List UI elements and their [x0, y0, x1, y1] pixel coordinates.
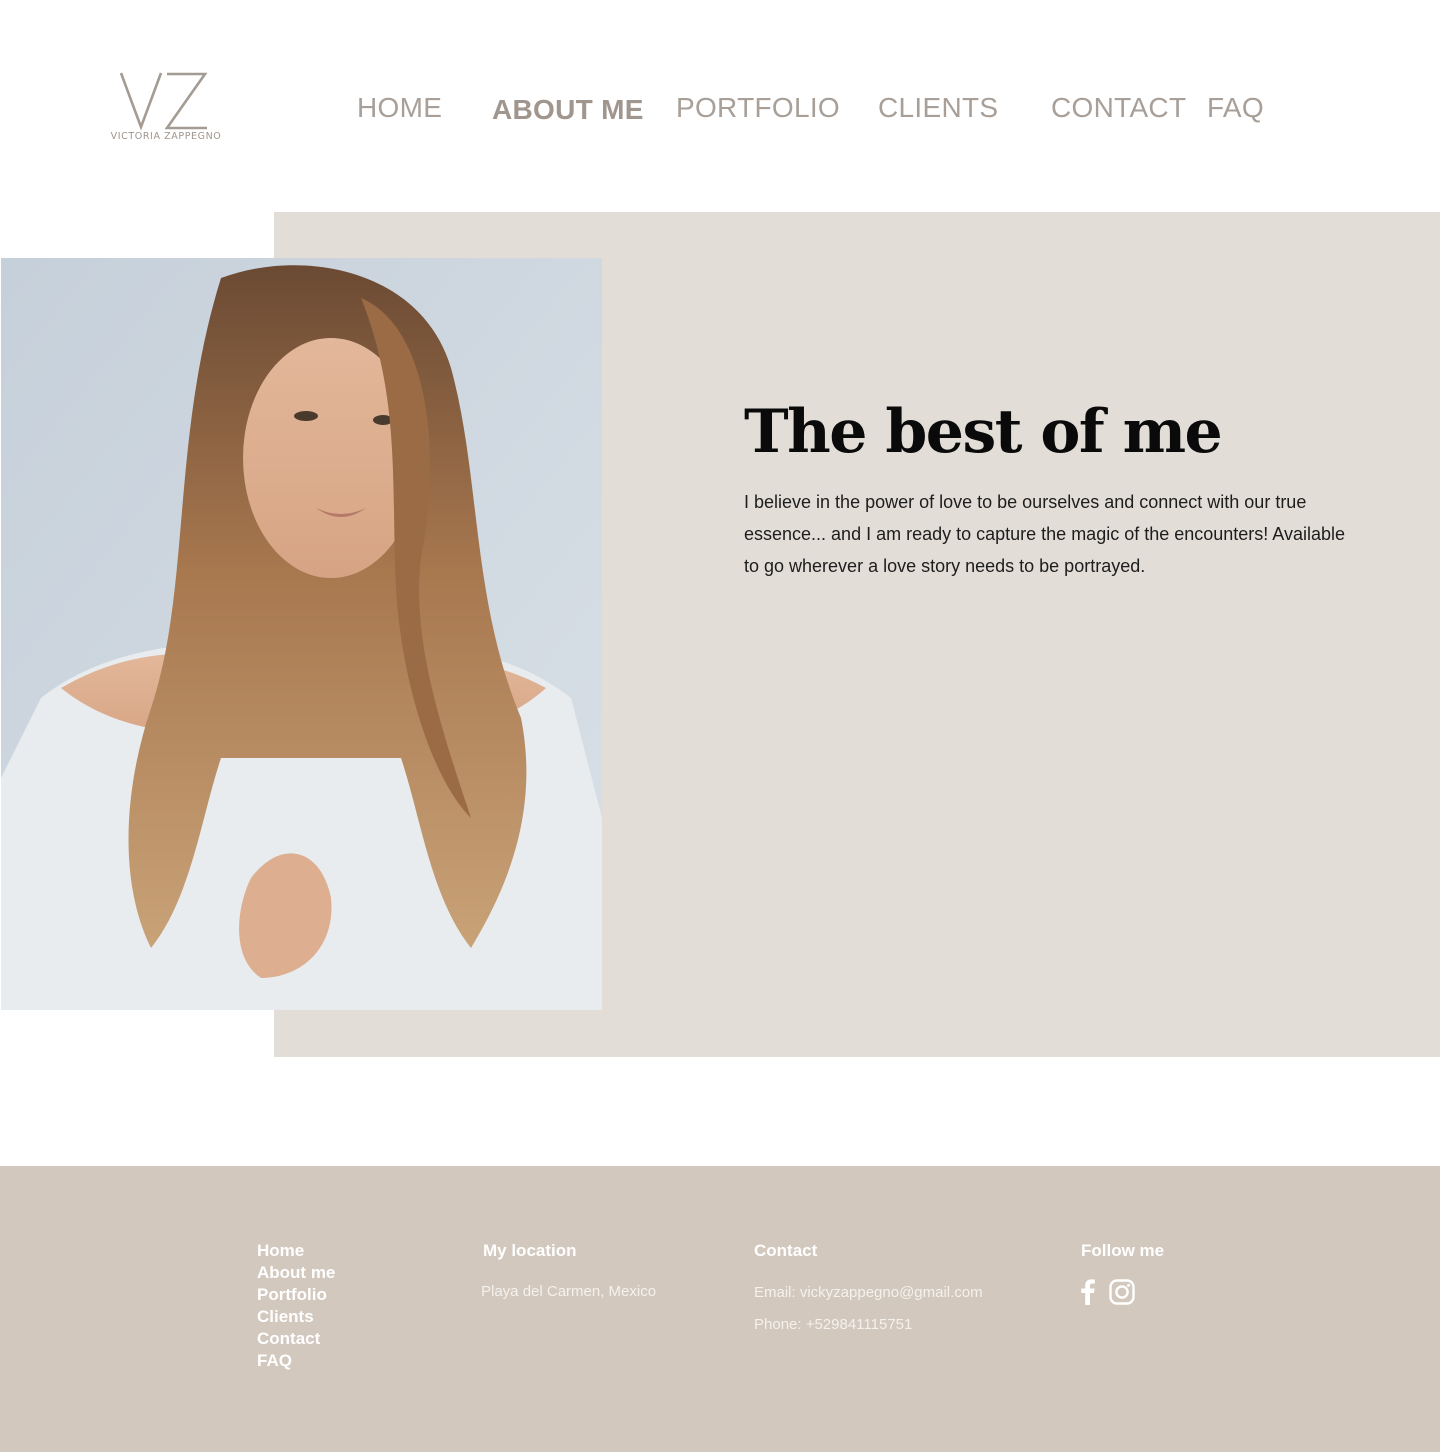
portrait-illustration: [1, 258, 602, 1010]
footer-links: Home About me Portfolio Clients Contact …: [257, 1240, 335, 1372]
instagram-icon[interactable]: [1109, 1279, 1136, 1310]
nav-about-me[interactable]: ABOUT ME: [492, 92, 644, 128]
facebook-icon[interactable]: [1081, 1279, 1095, 1310]
footer-link-contact[interactable]: Contact: [257, 1328, 335, 1350]
footer: Home About me Portfolio Clients Contact …: [0, 1166, 1440, 1452]
location-heading: My location: [483, 1241, 577, 1260]
follow-heading: Follow me: [1081, 1241, 1165, 1260]
nav-home[interactable]: HOME: [357, 90, 442, 126]
location-value: Playa del Carmen, Mexico: [481, 1283, 657, 1300]
brand-logo[interactable]: VICTORIA ZAPPEGNO: [105, 68, 227, 148]
nav-clients[interactable]: CLIENTS: [878, 90, 998, 126]
footer-link-home[interactable]: Home: [257, 1240, 335, 1262]
footer-link-portfolio[interactable]: Portfolio: [257, 1284, 335, 1306]
footer-link-about-me[interactable]: About me: [257, 1262, 335, 1284]
contact-phone[interactable]: Phone: +529841115751: [754, 1309, 912, 1341]
nav-faq[interactable]: FAQ: [1207, 90, 1264, 126]
contact-heading: Contact: [754, 1241, 818, 1260]
hero-paragraph: I believe in the power of love to be our…: [744, 492, 1346, 576]
footer-link-clients[interactable]: Clients: [257, 1306, 335, 1328]
contact-email[interactable]: Email: vickyzappegno@gmail.com: [754, 1277, 983, 1309]
page: VICTORIA ZAPPEGNO HOME ABOUT ME PORTFOLI…: [0, 0, 1440, 1452]
nav-portfolio[interactable]: PORTFOLIO: [676, 90, 840, 126]
portrait-image: [1, 258, 602, 1010]
logo-wordmark: VICTORIA ZAPPEGNO: [110, 131, 222, 142]
nav-contact[interactable]: CONTACT: [1051, 90, 1186, 126]
hero-title: The best of me: [744, 397, 1223, 467]
footer-link-faq[interactable]: FAQ: [257, 1350, 335, 1372]
vz-monogram-icon: [119, 72, 208, 131]
social-icons: [1081, 1279, 1145, 1307]
